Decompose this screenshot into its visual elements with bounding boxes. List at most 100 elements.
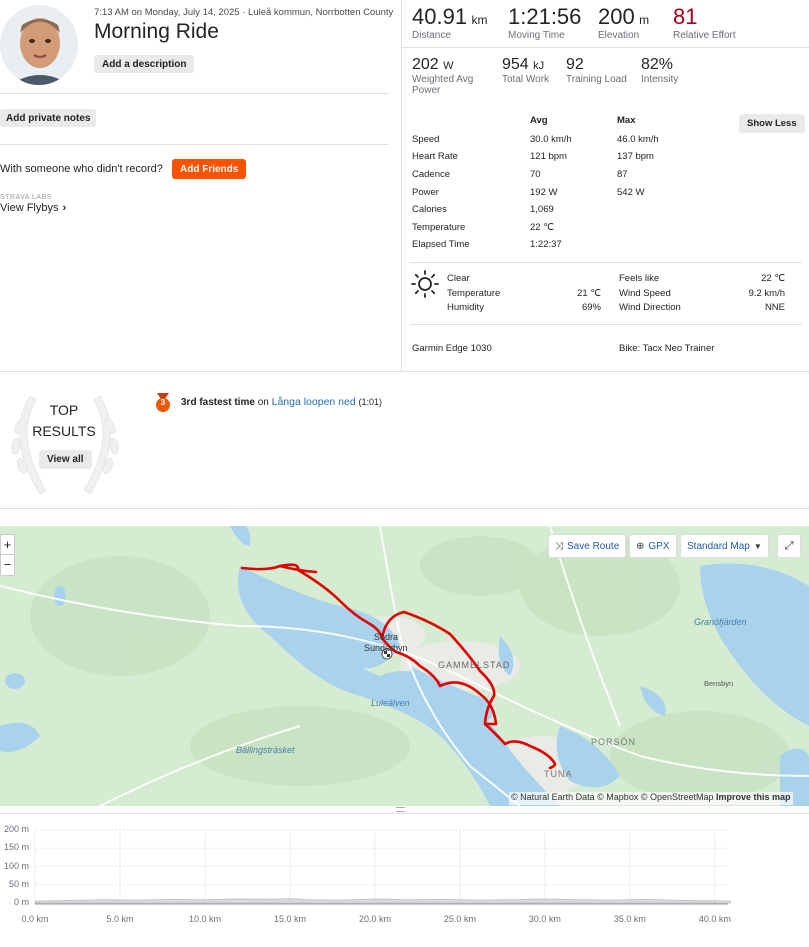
divider <box>0 144 389 145</box>
intensity-label: Intensity <box>641 74 679 85</box>
x-tick-label: 5.0 km <box>106 914 134 924</box>
row-max-power: 542 W <box>617 187 645 198</box>
row-label-cadence: Cadence <box>412 169 451 180</box>
sun-icon <box>411 270 439 298</box>
panel-divider <box>401 0 402 371</box>
training-load-value: 92 <box>566 56 584 73</box>
x-tick-label: 35.0 km <box>613 914 646 924</box>
map-label-tuna: TUNA <box>544 769 573 779</box>
x-tick-label: 0.0 km <box>21 914 49 924</box>
wind-speed-label: Wind Speed <box>619 288 671 299</box>
wind-speed-value: 9.2 km/h <box>748 288 785 299</box>
weighted-power-unit: W <box>443 60 454 72</box>
divider <box>0 371 809 372</box>
elevation-area <box>34 898 731 904</box>
weather-humidity: 69% <box>581 302 601 313</box>
row-avg-heart-rate: 121 bpm <box>530 151 567 162</box>
add-description-button[interactable]: Add a description <box>94 55 195 73</box>
expand-icon: ⤢ <box>784 539 794 552</box>
distance-unit: km <box>471 13 488 27</box>
map-attribution: © Natural Earth Data © Mapbox © OpenStre… <box>509 792 793 805</box>
attribution-text[interactable]: © Natural Earth Data © Mapbox © OpenStre… <box>511 792 714 802</box>
map-label-sunderbyn: Sunderbyn <box>364 643 408 653</box>
row-label-heart-rate: Heart Rate <box>412 151 458 162</box>
y-tick-label: 150 m <box>3 842 29 853</box>
map-label-porson: PORSÖN <box>591 737 637 747</box>
row-avg-calories: 1,069 <box>530 204 554 215</box>
map-style-select[interactable]: Standard Map ▼ <box>680 534 769 558</box>
weighted-power-value: 202 <box>412 56 439 73</box>
improve-map-link[interactable]: Improve this map <box>716 792 791 802</box>
caret-down-icon: ▼ <box>753 541 762 551</box>
top-results-title-1: TOP <box>49 402 79 418</box>
gpx-label: GPX <box>648 540 670 552</box>
chevron-right-icon: › <box>62 202 67 214</box>
table-header-avg: Avg <box>530 115 548 126</box>
moving-time-value: 1:21:56 <box>508 4 582 29</box>
segment-link[interactable]: Långa loopen ned <box>272 396 356 408</box>
divider <box>402 47 809 48</box>
bike-name[interactable]: Bike: Tacx Neo Trainer <box>619 343 714 354</box>
medal-rank: 3 <box>160 398 166 407</box>
x-tick-label: 10.0 km <box>188 914 221 924</box>
show-less-button[interactable]: Show Less <box>739 114 805 133</box>
x-tick-label: 25.0 km <box>443 914 476 924</box>
row-label-power: Power <box>412 187 439 198</box>
x-tick-label: 30.0 km <box>528 914 561 924</box>
laurel-wreath-icon <box>0 376 130 504</box>
wind-direction-value: NNE <box>764 302 785 313</box>
divider <box>410 324 802 325</box>
distance-label: Distance <box>412 30 451 41</box>
segment-time: (1:01) <box>358 397 382 407</box>
secondary-stat-total-work: 954 kJ Total Work <box>502 56 549 85</box>
add-friends-button[interactable]: Add Friends <box>172 159 247 179</box>
save-route-label: Save Route <box>567 540 620 552</box>
elevation-value: 200 <box>598 4 635 29</box>
map-style-label: Standard Map <box>687 540 750 552</box>
intensity-value: 82% <box>641 56 674 73</box>
row-max-speed: 46.0 km/h <box>617 134 659 145</box>
secondary-stat-weighted-power: 202 W Weighted Avg Power <box>412 56 492 96</box>
zoom-in-button[interactable]: + <box>1 535 14 555</box>
row-avg-cadence: 70 <box>530 169 541 180</box>
save-route-button[interactable]: ⤨ Save Route <box>548 534 627 558</box>
zoom-control: + − <box>0 534 15 576</box>
row-label-elapsed-time: Elapsed Time <box>412 239 470 250</box>
weather-humidity-label: Humidity <box>447 302 484 313</box>
table-header-max: Max <box>617 115 636 126</box>
row-label-speed: Speed <box>412 134 440 145</box>
primary-stat-relative-effort[interactable]: 81 Relative Effort <box>673 4 736 41</box>
resize-handle[interactable] <box>396 807 405 812</box>
download-icon: ⊕ <box>636 540 645 552</box>
view-all-button[interactable]: View all <box>39 450 92 469</box>
view-flybys-link[interactable]: View Flybys › <box>0 202 66 214</box>
row-max-cadence: 87 <box>617 169 628 180</box>
fullscreen-button[interactable]: ⤢ <box>777 534 801 558</box>
zoom-out-button[interactable]: − <box>1 555 14 575</box>
route-map[interactable] <box>0 526 809 806</box>
divider <box>0 93 389 94</box>
top-results-title-2: RESULTS <box>32 423 96 439</box>
feels-like-value: 22 ℃ <box>761 273 785 284</box>
athlete-avatar[interactable] <box>0 5 78 85</box>
primary-stat-elevation: 200 m Elevation <box>598 4 649 41</box>
strava-labs-label: STRAVA LABS <box>0 194 52 201</box>
divider <box>410 262 802 263</box>
moving-time-label: Moving Time <box>508 30 565 41</box>
achievement-bold: 3rd fastest time <box>181 397 255 408</box>
gpx-button[interactable]: ⊕ GPX <box>629 534 677 558</box>
x-tick-label: 40.0 km <box>698 914 731 924</box>
add-private-notes-button[interactable]: Add private notes <box>0 109 97 127</box>
y-tick-label: 0 m <box>13 897 29 907</box>
weather-condition: Clear <box>447 273 470 284</box>
view-flybys-label: View Flybys <box>0 202 59 214</box>
map-label-gammelstad: GAMMELSTAD <box>438 660 511 670</box>
achievement-line: 3rd fastest time on Långa loopen ned (1:… <box>181 396 382 408</box>
y-tick-label: 200 m <box>3 824 29 834</box>
total-work-value: 954 <box>502 56 529 73</box>
elevation-label: Elevation <box>598 30 640 41</box>
map-label-lulealven: Luleälven <box>371 698 410 708</box>
wind-direction-label: Wind Direction <box>619 302 681 313</box>
total-work-label: Total Work <box>502 74 550 85</box>
row-avg-elapsed-time: 1:22:37 <box>530 239 562 250</box>
